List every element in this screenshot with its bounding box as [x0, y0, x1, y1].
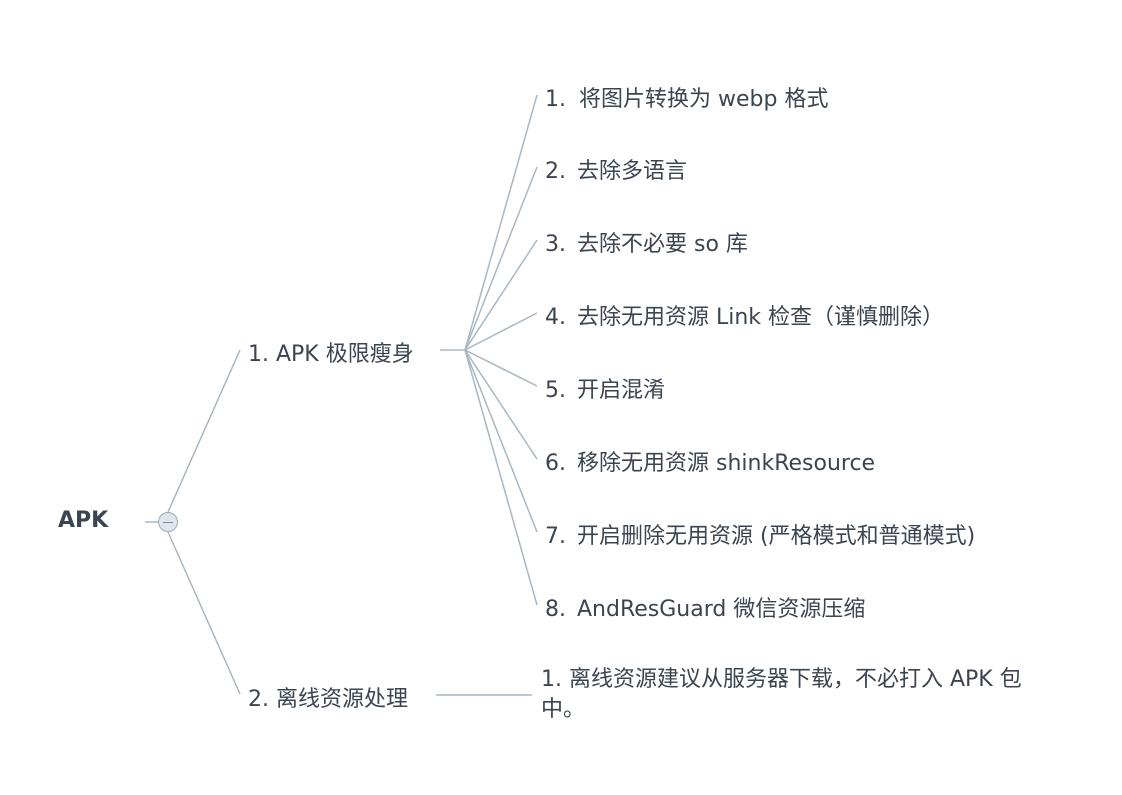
leaf-node[interactable]: 6. 移除无用资源 shinkResource — [545, 445, 875, 477]
leaf-text: 去除无用资源 Link 检查（谨慎删除） — [577, 305, 945, 330]
leaf-node[interactable]: 5. 开启混淆 — [545, 372, 665, 404]
leaf-number: 5. — [545, 378, 566, 403]
leaf-node[interactable]: 1. 将图片转换为 webp 格式 — [545, 81, 828, 113]
branch-node-2[interactable]: 2. 离线资源处理 — [248, 681, 408, 713]
leaf-node[interactable]: 8. AndResGuard 微信资源压缩 — [545, 591, 865, 623]
leaf-connector — [464, 94, 538, 351]
leaf-connector — [464, 349, 538, 606]
leaf-text: AndResGuard 微信资源压缩 — [577, 597, 866, 622]
leaf-text: 将图片转换为 webp 格式 — [579, 87, 829, 112]
leaf-text: 开启删除无用资源 (严格模式和普通模式) — [577, 524, 976, 549]
leaf-text: 移除无用资源 shinkResource — [577, 451, 876, 476]
collapse-toggle-icon[interactable] — [158, 512, 178, 532]
branch-1-fan — [464, 94, 538, 606]
leaf-number: 2. — [545, 159, 566, 184]
root-node[interactable]: APK — [58, 508, 108, 533]
leaf-connector — [464, 166, 538, 351]
leaf-number: 7. — [545, 524, 566, 549]
leaf-node[interactable]: 2. 去除多语言 — [545, 153, 687, 185]
leaf-text: 开启混淆 — [577, 378, 666, 403]
leaf-connector — [464, 349, 538, 533]
branch-2-connector — [167, 531, 241, 695]
leaf-connector — [464, 349, 538, 387]
leaf-text: 去除不必要 so 库 — [577, 232, 748, 257]
branch-node-1[interactable]: 1. APK 极限瘦身 — [248, 336, 414, 368]
leaf-node[interactable]: 7. 开启删除无用资源 (严格模式和普通模式) — [545, 518, 975, 550]
leaf-number: 3. — [545, 232, 566, 257]
branch-1-connector — [167, 349, 241, 513]
leaf-connector — [464, 312, 538, 351]
leaf-number: 8. — [545, 597, 566, 622]
leaf-number: 4. — [545, 305, 566, 330]
leaf-number: 6. — [545, 451, 566, 476]
leaf-node[interactable]: 4. 去除无用资源 Link 检查（谨慎删除） — [545, 299, 944, 331]
leaf-node[interactable]: 1. 离线资源建议从服务器下载，不必打入 APK 包中。 — [541, 665, 1056, 725]
leaf-number: 1. — [545, 87, 566, 112]
leaf-text: 去除多语言 — [577, 159, 688, 184]
leaf-node[interactable]: 3. 去除不必要 so 库 — [545, 226, 748, 258]
